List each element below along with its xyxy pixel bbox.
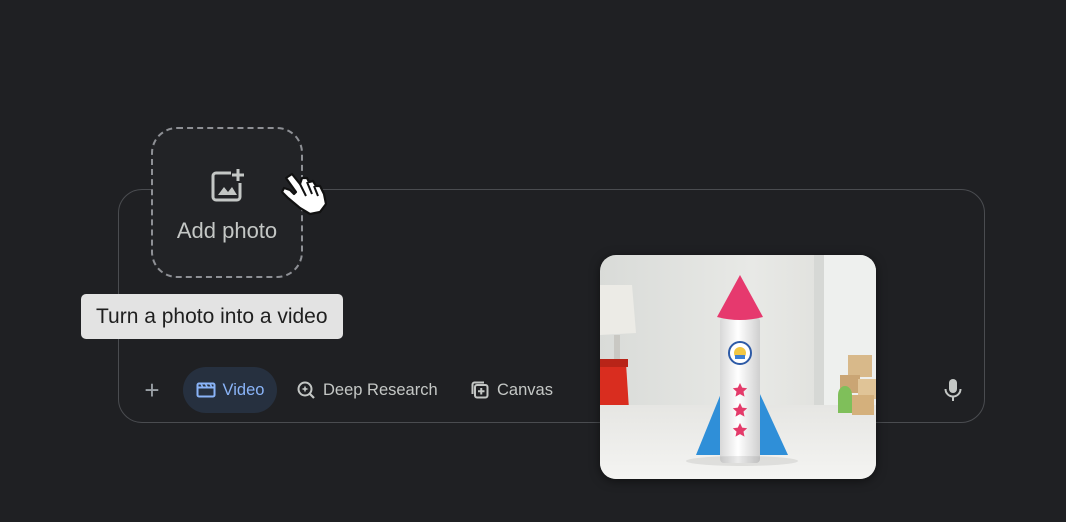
add-photo-label: Add photo: [176, 217, 278, 243]
gemini-prompt-stage: Add photo Turn a photo into a video + Vi…: [0, 0, 1066, 522]
deep-research-chip[interactable]: Deep Research: [296, 367, 438, 413]
deep-research-icon: [297, 381, 315, 399]
canvas-chip[interactable]: Canvas: [470, 367, 553, 413]
tooltip: Turn a photo into a video: [81, 294, 343, 339]
deep-research-chip-label: Deep Research: [323, 380, 438, 399]
plus-icon[interactable]: +: [140, 376, 164, 404]
rocket-photo-image: [600, 255, 876, 479]
microphone-icon[interactable]: [943, 378, 963, 402]
video-chip-label: Video: [222, 380, 265, 399]
canvas-chip-label: Canvas: [497, 380, 553, 399]
add-photo-icon: [211, 168, 244, 201]
video-chip[interactable]: Video: [183, 367, 277, 413]
rocket-photo-preview[interactable]: [600, 255, 876, 479]
video-icon: [196, 382, 216, 398]
canvas-icon: [471, 381, 489, 399]
hand-cursor-icon: [280, 172, 328, 216]
